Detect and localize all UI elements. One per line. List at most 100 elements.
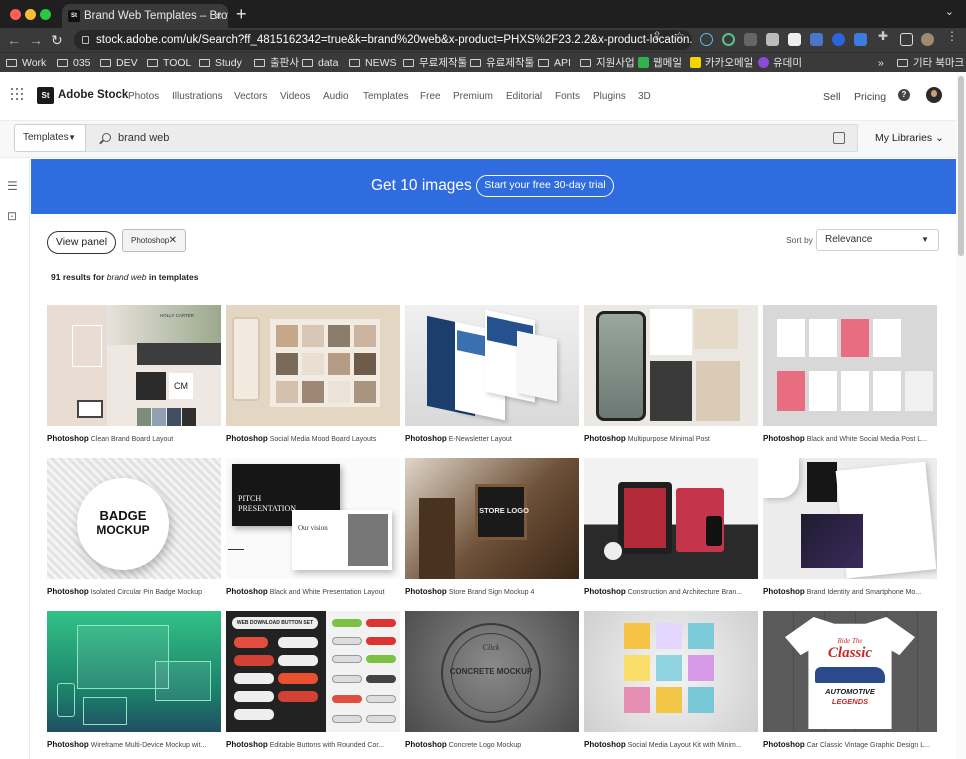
minimize-window-button[interactable]: [25, 9, 36, 20]
template-thumbnail[interactable]: CM HOLLY CARTER: [47, 305, 221, 426]
nav-videos[interactable]: Videos: [280, 91, 310, 102]
view-panel-button[interactable]: View panel: [47, 231, 116, 254]
bookmark-folder-data[interactable]: data: [302, 55, 338, 71]
filter-chip-photoshop[interactable]: Photoshop ✕: [122, 229, 186, 252]
template-thumbnail[interactable]: Ride The Classic AUTOMOTIVE LEGENDS: [763, 611, 937, 732]
bookmark-folder-publisher[interactable]: 출판사: [254, 55, 299, 71]
bookmark-folder-tool[interactable]: TOOL: [147, 55, 191, 71]
card-title[interactable]: Multipurpose Minimal Post: [628, 436, 710, 443]
extensions-puzzle-icon[interactable]: ✚: [878, 29, 888, 43]
back-arrow-icon[interactable]: ←: [7, 31, 21, 49]
close-window-button[interactable]: [10, 9, 21, 20]
app-switcher-grid-icon[interactable]: [11, 88, 23, 100]
card-title[interactable]: Social Media Layout Kit with Minim...: [628, 742, 742, 749]
bookmark-folder-paid-tools[interactable]: 유료제작툴: [470, 55, 534, 71]
side-panel-icon[interactable]: [900, 33, 913, 46]
extension-react-icon[interactable]: [700, 33, 713, 46]
bookmark-folder-api[interactable]: API: [538, 55, 571, 71]
nav-illustrations[interactable]: Illustrations: [172, 91, 223, 102]
bookmark-webmail[interactable]: 웹메일: [638, 55, 682, 71]
new-tab-button[interactable]: +: [236, 4, 247, 24]
bookmark-folder-dev[interactable]: DEV: [100, 55, 138, 71]
tab-search-chevron-icon[interactable]: ⌄: [945, 5, 954, 18]
bookmarks-overflow-button[interactable]: »: [878, 55, 884, 71]
extension-circle-icon[interactable]: [722, 33, 735, 46]
extension-check-icon[interactable]: [832, 33, 845, 46]
bookmark-folder-free-tools[interactable]: 무료제작툴: [403, 55, 467, 71]
card-title[interactable]: Construction and Architecture Bran...: [628, 589, 742, 596]
share-icon[interactable]: ⇪: [652, 29, 662, 43]
bookmark-folder-work[interactable]: Work: [6, 55, 46, 71]
template-thumbnail[interactable]: [584, 611, 758, 732]
sort-select[interactable]: Relevance ▼: [816, 229, 939, 251]
search-category-dropdown[interactable]: Templates ▼: [14, 124, 86, 152]
profile-avatar-icon[interactable]: [921, 33, 934, 46]
remove-filter-icon[interactable]: ✕: [169, 230, 177, 251]
nav-plugins[interactable]: Plugins: [593, 91, 626, 102]
nav-editorial[interactable]: Editorial: [506, 91, 542, 102]
brand-name[interactable]: Adobe Stock: [58, 89, 128, 101]
bookmark-udemy[interactable]: 유데미: [758, 55, 802, 71]
nav-templates[interactable]: Templates: [363, 91, 409, 102]
bookmark-folder-support[interactable]: 지원사업: [580, 55, 635, 71]
extension-code-icon[interactable]: [810, 33, 823, 46]
scrollbar-thumb[interactable]: [958, 76, 964, 256]
template-thumbnail[interactable]: WEB DOWNLOAD BUTTON SET: [226, 611, 400, 732]
template-thumbnail[interactable]: [47, 611, 221, 732]
my-libraries-button[interactable]: My Libraries ⌄: [875, 132, 944, 144]
pricing-link[interactable]: Pricing: [854, 91, 886, 103]
template-thumbnail[interactable]: [405, 305, 579, 426]
template-thumbnail[interactable]: [226, 305, 400, 426]
help-icon[interactable]: ?: [898, 89, 910, 101]
browser-tab-active[interactable]: St Brand Web Templates – Brows ×: [62, 4, 228, 28]
card-title[interactable]: Concrete Logo Mockup: [449, 742, 521, 749]
user-avatar[interactable]: [926, 87, 942, 103]
card-title[interactable]: Social Media Mood Board Layouts: [270, 436, 377, 443]
bookmark-folder-news[interactable]: NEWS: [349, 55, 397, 71]
card-title[interactable]: Car Classic Vintage Graphic Design L...: [807, 742, 930, 749]
template-thumbnail[interactable]: PITCH PRESENTATION Our vision: [226, 458, 400, 579]
template-thumbnail[interactable]: [763, 458, 937, 579]
template-thumbnail[interactable]: [584, 305, 758, 426]
extension-v-icon[interactable]: [744, 33, 757, 46]
nav-3d[interactable]: 3D: [638, 91, 651, 102]
nav-premium[interactable]: Premium: [453, 91, 493, 102]
forward-arrow-icon[interactable]: →: [29, 31, 43, 49]
template-thumbnail[interactable]: BADGE MOCKUP: [47, 458, 221, 579]
reload-icon[interactable]: ↻: [51, 31, 63, 49]
sell-link[interactable]: Sell: [823, 91, 841, 103]
visual-search-rail-icon[interactable]: ⊡: [7, 210, 21, 222]
bookmark-star-icon[interactable]: ☆: [674, 29, 685, 43]
card-title[interactable]: Black and White Presentation Layout: [270, 589, 385, 596]
extension-image-icon[interactable]: [766, 33, 779, 46]
filters-sliders-icon[interactable]: ☰: [7, 180, 21, 192]
address-bar[interactable]: stock.adobe.com/uk/Search?ff_4815162342=…: [74, 30, 692, 50]
nav-photos[interactable]: Photos: [128, 91, 159, 102]
card-title[interactable]: E-Newsletter Layout: [449, 436, 512, 443]
maximize-window-button[interactable]: [40, 9, 51, 20]
nav-vectors[interactable]: Vectors: [234, 91, 267, 102]
bookmark-folder-035[interactable]: 035: [57, 55, 91, 71]
card-title[interactable]: Clean Brand Board Layout: [91, 436, 174, 443]
nav-free[interactable]: Free: [420, 91, 441, 102]
visual-search-icon[interactable]: [833, 132, 845, 144]
template-thumbnail[interactable]: STORE LOGO: [405, 458, 579, 579]
tab-close-icon[interactable]: ×: [215, 4, 222, 28]
card-title[interactable]: Black and White Social Media Post L...: [807, 436, 927, 443]
free-trial-button[interactable]: Start your free 30-day trial: [476, 175, 614, 197]
adobe-stock-logo[interactable]: St: [37, 87, 54, 104]
extension-qr-icon[interactable]: [788, 33, 801, 46]
template-thumbnail[interactable]: [763, 305, 937, 426]
search-input[interactable]: brand web: [86, 124, 858, 152]
bookmark-kakaomail[interactable]: 카카오메일: [690, 55, 753, 71]
bookmark-folder-study[interactable]: Study: [199, 55, 242, 71]
template-thumbnail[interactable]: [584, 458, 758, 579]
card-title[interactable]: Editable Buttons with Rounded Cor...: [270, 742, 384, 749]
card-title[interactable]: Store Brand Sign Mockup 4: [449, 589, 535, 596]
extension-translate-icon[interactable]: [854, 33, 867, 46]
card-title[interactable]: Brand Identity and Smartphone Mo...: [807, 589, 921, 596]
nav-fonts[interactable]: Fonts: [555, 91, 580, 102]
card-title[interactable]: Isolated Circular Pin Badge Mockup: [91, 589, 202, 596]
nav-audio[interactable]: Audio: [323, 91, 349, 102]
card-title[interactable]: Wireframe Multi-Device Mockup wit...: [91, 742, 207, 749]
